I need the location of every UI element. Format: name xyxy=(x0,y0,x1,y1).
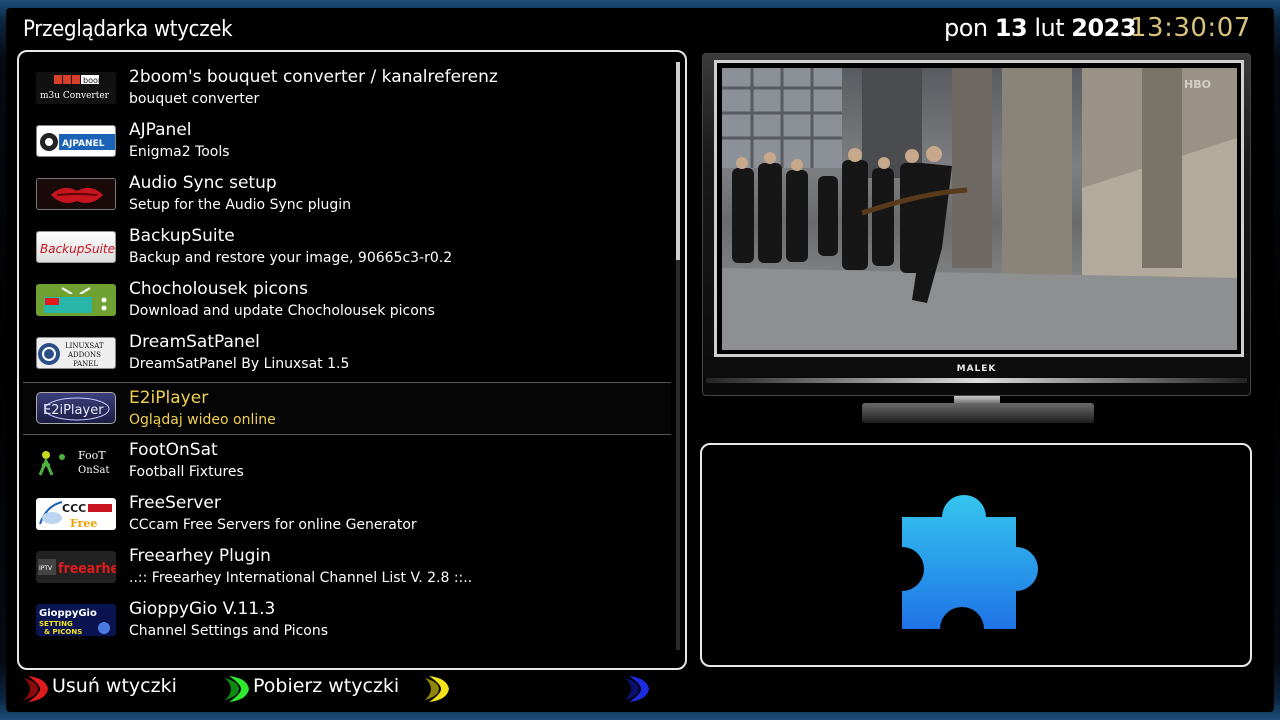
plugin-item-backupsuite[interactable]: BackupSuite BackupSuite Backup and resto… xyxy=(23,221,671,274)
date-year: 2023 xyxy=(1071,14,1137,42)
puzzle-icon xyxy=(902,495,1038,629)
plugin-item-freeserver[interactable]: CCC Free FreeServer CCcam Free Servers f… xyxy=(23,488,671,541)
plugin-name: BackupSuite xyxy=(129,226,235,246)
channel-logo: HBO xyxy=(1184,78,1211,91)
svg-text:freearhey: freearhey xyxy=(58,561,116,577)
green-button-label: Pobierz wtyczki xyxy=(253,675,400,697)
footonsat-icon: FooT OnSat xyxy=(36,445,116,477)
red-key-icon xyxy=(24,676,48,702)
plugin-name: DreamSatPanel xyxy=(129,332,260,352)
plugin-description: Football Fixtures xyxy=(129,464,244,480)
cccam-free-icon: CCC Free xyxy=(36,498,116,530)
backupsuite-icon: BackupSuite xyxy=(36,231,116,263)
date-display: pon 13 lut 2023 xyxy=(944,14,1137,42)
red-button[interactable]: Usuń wtyczki xyxy=(22,674,177,708)
svg-text:BackupSuite: BackupSuite xyxy=(40,242,115,256)
svg-text:E2iPlayer: E2iPlayer xyxy=(43,403,104,418)
plugin-name: E2iPlayer xyxy=(129,388,209,408)
e2iplayer-icon: E2iPlayer xyxy=(36,392,116,424)
scrollbar-thumb[interactable] xyxy=(676,62,680,260)
plugin-name: FreeServer xyxy=(129,493,221,513)
date-number: 13 xyxy=(994,14,1028,42)
plugin-description: ..:: Freearhey International Channel Lis… xyxy=(129,570,473,586)
plugin-name: FootOnSat xyxy=(129,440,218,460)
plugin-description: Enigma2 Tools xyxy=(129,144,230,160)
plugin-description: bouquet converter xyxy=(129,91,260,107)
svg-text:Free: Free xyxy=(70,517,97,530)
tv-stripe xyxy=(706,378,1247,383)
plugin-name: GioppyGio V.11.3 xyxy=(129,599,276,619)
svg-text:& PICONS: & PICONS xyxy=(44,628,82,636)
plugin-description: Channel Settings and Picons xyxy=(129,623,329,639)
plugin-item-chocholousek[interactable]: Chocholousek picons Download and update … xyxy=(23,274,671,327)
plugin-item-dreamsatpanel[interactable]: LINUXSAT ADDONS PANEL DreamSatPanel Drea… xyxy=(23,327,671,380)
linuxsat-icon: LINUXSAT ADDONS PANEL xyxy=(36,337,116,369)
plugin-description: Oglądaj wideo online xyxy=(129,412,276,428)
gioppygio-icon: GioppyGio SETTING & PICONS xyxy=(36,604,116,636)
plugin-description: CCcam Free Servers for online Generator xyxy=(129,517,417,533)
svg-text:m3u Converter: m3u Converter xyxy=(40,91,110,101)
date-day: pon xyxy=(944,14,988,42)
plugin-description: Backup and restore your image, 90665c3-r… xyxy=(129,250,453,266)
tv-stand xyxy=(862,403,1094,423)
plugin-description: DreamSatPanel By Linuxsat 1.5 xyxy=(129,356,350,372)
plugin-item-2boom[interactable]: boom m3u Converter 2boom's bouquet conve… xyxy=(23,62,671,115)
lips-icon xyxy=(36,178,116,210)
blue-key-icon xyxy=(625,676,649,702)
ajpanel-icon: AJPANEL xyxy=(36,125,116,157)
tv-preview: HBO MALEK xyxy=(702,53,1251,425)
boom-m3u-icon: boom m3u Converter xyxy=(36,72,116,104)
tv-brand: MALEK xyxy=(956,364,997,374)
svg-text:LINUXSAT: LINUXSAT xyxy=(65,342,104,350)
svg-text:FooT: FooT xyxy=(78,449,106,462)
plugin-name: 2boom's bouquet converter / kanalreferen… xyxy=(129,67,498,87)
plugin-name: Audio Sync setup xyxy=(129,173,277,193)
svg-text:ADDONS: ADDONS xyxy=(67,351,101,359)
freearhey-icon: IPTV freearhey xyxy=(36,551,116,583)
tv-screen: HBO xyxy=(714,60,1244,357)
plugin-item-footonsat[interactable]: FooT OnSat FootOnSat Football Fixtures xyxy=(23,435,671,488)
blue-button[interactable] xyxy=(623,674,653,708)
plugin-item-audio-sync[interactable]: Audio Sync setup Setup for the Audio Syn… xyxy=(23,168,671,221)
plugin-name: Freearhey Plugin xyxy=(129,546,271,566)
svg-text:IPTV: IPTV xyxy=(39,565,53,572)
yellow-button[interactable] xyxy=(423,674,453,708)
plugin-icon-panel xyxy=(700,443,1252,667)
live-video-frame: HBO xyxy=(722,68,1237,350)
date-month: lut xyxy=(1034,14,1065,42)
svg-text:AJPANEL: AJPANEL xyxy=(62,139,105,149)
svg-text:PANEL: PANEL xyxy=(73,360,98,368)
plugin-item-ajpanel[interactable]: AJPANEL AJPanel Enigma2 Tools xyxy=(23,115,671,168)
plugin-item-freearhey[interactable]: IPTV freearhey Freearhey Plugin ..:: Fre… xyxy=(23,541,671,594)
plugin-item-e2iplayer[interactable]: E2iPlayer E2iPlayer Oglądaj wideo online xyxy=(23,382,671,435)
svg-text:CCC: CCC xyxy=(62,502,86,515)
svg-text:GioppyGio: GioppyGio xyxy=(39,608,97,619)
green-button[interactable]: Pobierz wtyczki xyxy=(223,674,399,708)
yellow-key-icon xyxy=(425,676,449,702)
red-button-label: Usuń wtyczki xyxy=(52,675,177,697)
page-title: Przeglądarka wtyczek xyxy=(23,17,233,42)
svg-text:SETTING: SETTING xyxy=(39,620,73,628)
clock: 13:30:07 xyxy=(1130,13,1251,43)
tv-picons-icon xyxy=(36,284,116,316)
green-key-icon xyxy=(225,676,249,702)
plugin-name: Chocholousek picons xyxy=(129,279,308,299)
plugin-item-gioppygio[interactable]: GioppyGio SETTING & PICONS GioppyGio V.1… xyxy=(23,594,671,647)
plugin-description: Setup for the Audio Sync plugin xyxy=(129,197,352,213)
plugin-name: AJPanel xyxy=(129,120,192,140)
svg-text:boom: boom xyxy=(83,76,106,85)
svg-text:OnSat: OnSat xyxy=(78,465,109,476)
plugin-description: Download and update Chocholousek picons xyxy=(129,303,435,319)
